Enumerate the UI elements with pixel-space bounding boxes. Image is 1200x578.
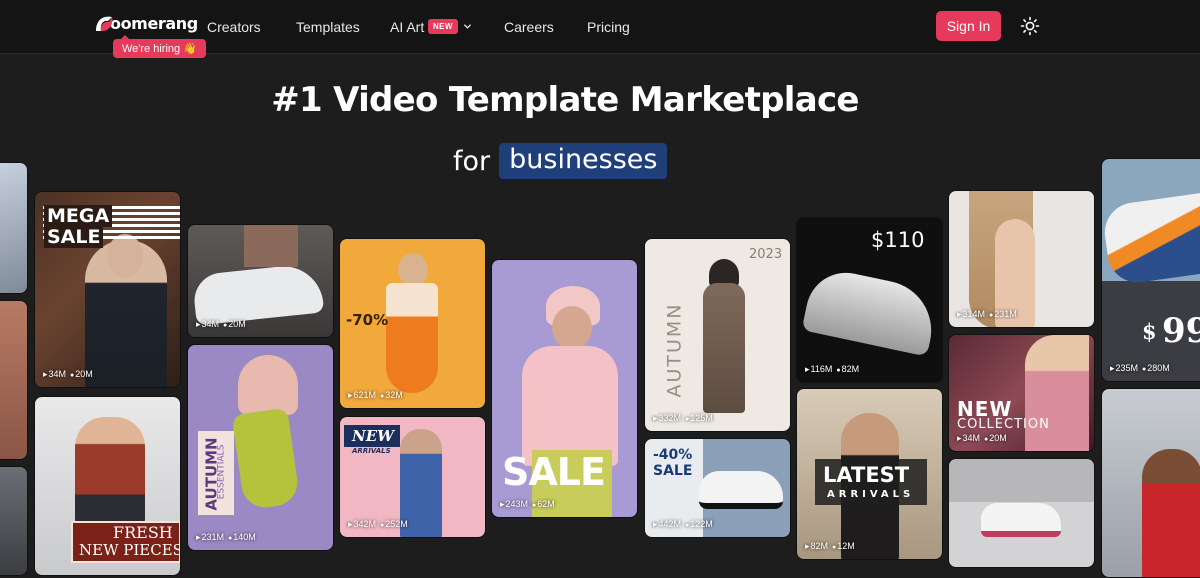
nav-pricing[interactable]: Pricing — [587, 19, 630, 35]
overlay-new-pieces: NEW PIECES — [79, 541, 181, 559]
sneaker-shape — [699, 471, 783, 509]
boomerang-logo-icon — [96, 16, 113, 32]
template-stats: 34M20M — [957, 433, 1007, 444]
template-card-left-edge-bottom[interactable] — [0, 466, 28, 576]
sneaker-shape — [981, 503, 1061, 537]
person-silhouette — [75, 417, 145, 527]
sign-in-button[interactable]: Sign In — [936, 11, 1001, 41]
template-card-shoe-99[interactable]: $ 99 235M280M — [1101, 158, 1200, 382]
template-card-beauty-portrait[interactable]: 314M231M — [948, 190, 1095, 328]
template-card-latest-arrivals[interactable]: LATEST ARRIVALS 82M12M — [796, 388, 943, 560]
template-stats: 235M280M — [1110, 363, 1170, 374]
overlay-99: 99 — [1162, 311, 1200, 351]
template-card-new-collection[interactable]: NEW COLLECTION 34M20M — [948, 334, 1095, 452]
person-top — [238, 355, 298, 415]
person-silhouette — [1025, 335, 1089, 451]
chevron-down-icon[interactable] — [463, 22, 472, 31]
overlay-sale: SALE — [653, 463, 693, 479]
overlay-arrivals: ARRIVALS — [827, 489, 915, 500]
template-card-red-jacket[interactable] — [1101, 388, 1200, 578]
hero-sub-highlight: businesses — [499, 143, 668, 179]
template-stats: 442M122M — [653, 519, 713, 530]
template-stats: 243M62M — [500, 499, 555, 510]
logo[interactable]: oomerang — [92, 11, 198, 35]
overlay-collection: COLLECTION — [957, 417, 1050, 432]
template-card-sale-purple[interactable]: SALE 243M62M — [491, 259, 638, 518]
overlay-dollar: $ — [1142, 319, 1157, 344]
overlay-forty-off: -40% — [653, 447, 693, 463]
coat-shape — [703, 283, 745, 413]
leg-shape — [244, 225, 298, 267]
template-stats: 621M32M — [348, 390, 403, 401]
template-card-pink-sneakers[interactable] — [948, 458, 1095, 568]
overlay-sale: SALE — [502, 450, 606, 494]
template-card-new-arrivals[interactable]: NEW ARRIVALS 342M252M — [339, 416, 486, 538]
hero-subtitle: for businesses — [453, 143, 668, 179]
overlay-latest: LATEST — [823, 463, 910, 487]
overlay-price-110: $110 — [871, 228, 925, 252]
overlay-arrivals: ARRIVALS — [352, 447, 391, 455]
logo-text: oomerang — [110, 13, 198, 33]
overlay-autumn: AUTUMN — [663, 302, 686, 398]
overlay-new: NEW — [352, 427, 394, 445]
person-silhouette — [1142, 449, 1200, 577]
template-stats: 332M125M — [653, 413, 713, 424]
overlay-essentials: ESSENTIALS — [216, 444, 227, 500]
template-card-sneaker-closeup[interactable]: 34M20M — [187, 224, 334, 338]
template-card-left-edge-top[interactable] — [0, 162, 28, 294]
overlay-seventy-off: -70% — [346, 311, 389, 329]
hero-sub-prefix: for — [453, 145, 491, 177]
face-shape — [552, 306, 592, 350]
dress-shape — [386, 283, 438, 393]
face-shape — [398, 253, 428, 287]
template-card-autumn-2023[interactable]: 2023 AUTUMN 332M125M — [644, 238, 791, 432]
nav-ai-art[interactable]: AI Art — [390, 19, 424, 35]
overlay-sale: SALE — [44, 226, 104, 248]
template-card-mega-sale[interactable]: MEGA SALE 34M20M — [34, 191, 181, 388]
template-stats: 314M231M — [957, 309, 1017, 320]
hero-title: #1 Video Template Marketplace — [271, 80, 859, 120]
template-card-fresh-new-pieces[interactable]: FRESH NEW PIECES — [34, 396, 181, 576]
template-card-forty-off-sale[interactable]: -40% SALE 442M122M — [644, 438, 791, 538]
template-stats: 116M82M — [805, 364, 860, 375]
hiring-badge[interactable]: We're hiring 👋 — [113, 35, 206, 58]
nav-templates[interactable]: Templates — [296, 19, 360, 35]
sun-icon[interactable] — [1020, 16, 1040, 36]
template-stats: 231M140M — [196, 532, 256, 543]
nav-careers[interactable]: Careers — [504, 19, 554, 35]
template-stats: 34M20M — [196, 319, 246, 330]
overlay-mega: MEGA — [44, 205, 113, 227]
new-badge: NEW — [428, 19, 458, 34]
template-card-seventy-off[interactable]: -70% 621M32M — [339, 238, 486, 409]
sweater-shape — [522, 346, 618, 466]
template-stats: 82M12M — [805, 541, 855, 552]
overlay-fresh: FRESH — [113, 523, 173, 542]
nav-creators[interactable]: Creators — [207, 19, 261, 35]
template-card-left-edge-mid[interactable] — [0, 300, 28, 460]
template-card-shoe-110[interactable]: $110 116M82M — [796, 217, 943, 383]
top-navbar: oomerang We're hiring 👋 Creators Templat… — [0, 0, 1200, 58]
template-card-autumn-essentials[interactable]: AUTUMN ESSENTIALS 231M140M — [187, 344, 334, 551]
template-stats: 34M20M — [43, 369, 93, 380]
overlay-2023: 2023 — [749, 247, 783, 262]
template-stats: 342M252M — [348, 519, 408, 530]
